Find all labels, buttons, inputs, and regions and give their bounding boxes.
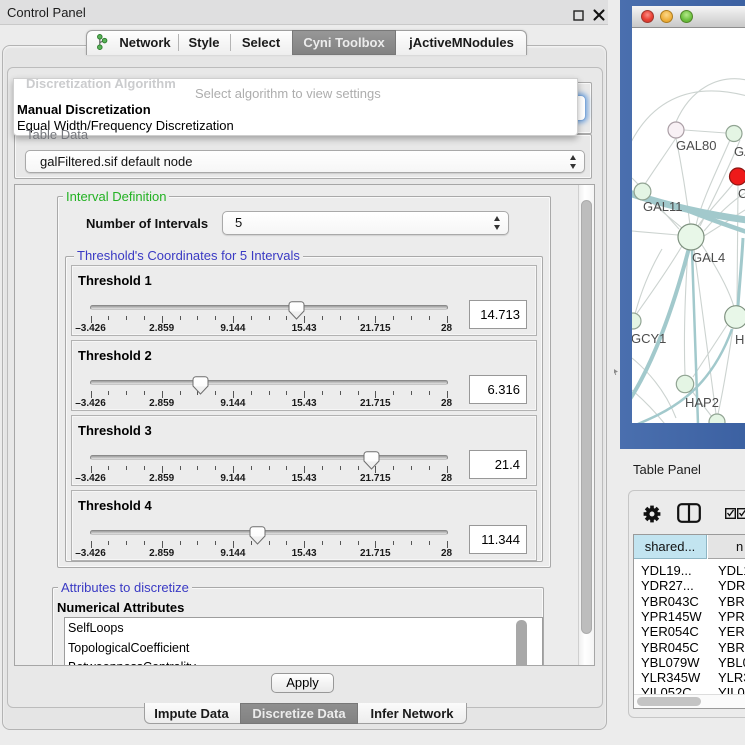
svg-text:GA: GA [734, 144, 745, 159]
svg-text:GCY1: GCY1 [632, 331, 666, 346]
svg-text:GAL4: GAL4 [692, 250, 725, 265]
svg-text:GAL11: GAL11 [643, 199, 683, 214]
svg-text:C: C [738, 186, 745, 201]
svg-text:HAP2: HAP2 [685, 395, 719, 410]
svg-text:GAL80: GAL80 [676, 138, 716, 153]
svg-text:H: H [735, 332, 744, 347]
